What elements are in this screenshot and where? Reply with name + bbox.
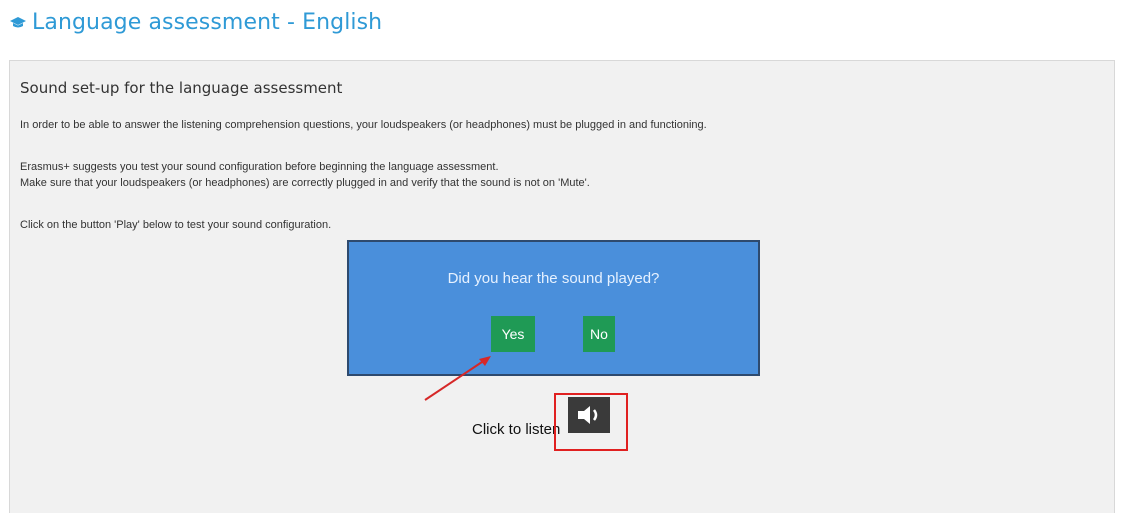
sound-check-question: Did you hear the sound played? xyxy=(447,270,660,287)
page: Language assessment - English Sound set-… xyxy=(0,0,1121,513)
listen-row: Click to listen xyxy=(472,393,629,451)
play-sound-button[interactable] xyxy=(568,397,611,433)
page-header: Language assessment - English xyxy=(10,10,382,35)
highlight-frame xyxy=(554,393,629,451)
page-title: Language assessment - English xyxy=(32,10,383,35)
no-button[interactable]: No xyxy=(583,316,615,352)
listen-label: Click to listen xyxy=(472,420,561,438)
yes-button[interactable]: Yes xyxy=(491,316,535,352)
instruction-text: Click on the button 'Play' below to test… xyxy=(20,219,332,231)
instruction-text: In order to be able to answer the listen… xyxy=(20,119,707,131)
graduation-cap-icon xyxy=(10,16,26,27)
instruction-text: Erasmus+ suggests you test your sound co… xyxy=(20,161,499,173)
panel-title: Sound set-up for the language assessment xyxy=(20,79,343,97)
speaker-icon xyxy=(578,406,598,424)
sound-check-dialog: Did you hear the sound played? Yes No xyxy=(347,240,760,376)
instruction-text: Make sure that your loudspeakers (or hea… xyxy=(20,177,590,189)
